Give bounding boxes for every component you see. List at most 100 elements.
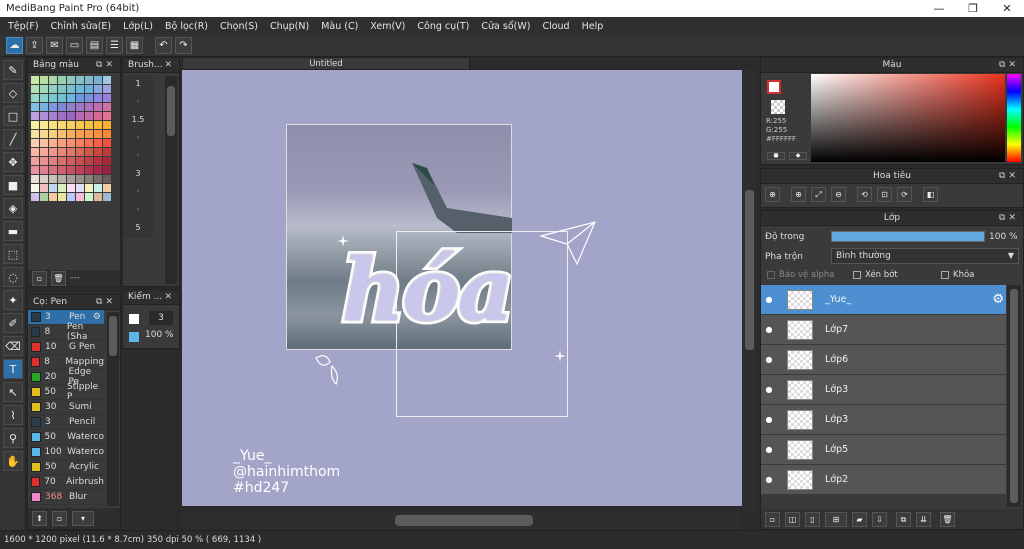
layer-row[interactable]: ● Lớp5 xyxy=(761,435,1006,465)
color-swatch[interactable] xyxy=(58,193,66,201)
color-swatch[interactable] xyxy=(58,103,66,111)
color-swatch[interactable] xyxy=(103,157,111,165)
color-swatch[interactable] xyxy=(40,112,48,120)
redo-icon[interactable]: ↷ xyxy=(175,37,192,54)
menu-filter[interactable]: Bộ lọc(R) xyxy=(159,21,214,32)
brush-size-value[interactable]: 3 xyxy=(149,311,173,325)
fill-rect-tool-icon[interactable]: ■ xyxy=(3,175,23,195)
color-swatch[interactable] xyxy=(31,193,39,201)
scroll-thumb[interactable] xyxy=(167,86,175,136)
layer-row[interactable]: ● Lớp3 xyxy=(761,375,1006,405)
color-swatch[interactable] xyxy=(103,193,111,201)
color-swatch[interactable] xyxy=(31,85,39,93)
color-swatch[interactable] xyxy=(49,112,57,120)
visibility-eye-icon[interactable]: ● xyxy=(761,445,777,454)
color-swatch[interactable] xyxy=(40,130,48,138)
color-swatch[interactable] xyxy=(67,193,75,201)
lasso-tool-icon[interactable]: ◌ xyxy=(3,267,23,287)
color-swatch[interactable] xyxy=(94,76,102,84)
color-swatch[interactable] xyxy=(49,76,57,84)
new-halftone-layer-icon[interactable]: ◫ xyxy=(785,511,800,527)
brush-list-item[interactable]: 50 Stipple P xyxy=(28,382,104,402)
maximize-button[interactable]: ❐ xyxy=(956,0,990,17)
color-swatch[interactable] xyxy=(67,121,75,129)
add-layer-menu-icon[interactable]: ⊞ xyxy=(825,511,847,527)
brush-list-item[interactable]: 70 Airbrush xyxy=(28,475,104,490)
color-swatch[interactable] xyxy=(103,112,111,120)
move-tool-icon[interactable]: ✥ xyxy=(3,152,23,172)
canvas-horizontal-scrollbar[interactable] xyxy=(182,512,742,529)
duplicate-layer-icon[interactable]: ⧉ xyxy=(896,511,911,527)
color-swatch[interactable] xyxy=(94,193,102,201)
color-swatch[interactable] xyxy=(58,175,66,183)
color-swatch[interactable] xyxy=(76,166,84,174)
transparent-color-icon[interactable]: ◆ xyxy=(789,152,807,160)
visibility-eye-icon[interactable]: ● xyxy=(761,415,777,424)
flip-icon[interactable]: ◧ xyxy=(923,187,938,202)
color-swatch[interactable] xyxy=(85,157,93,165)
color-swatch[interactable] xyxy=(103,166,111,174)
color-swatch[interactable] xyxy=(49,157,57,165)
color-swatch[interactable] xyxy=(31,148,39,156)
select-eraser-icon[interactable]: ⌫ xyxy=(3,336,23,356)
new-brush-icon[interactable]: ▫ xyxy=(52,511,67,526)
color-swatch[interactable] xyxy=(103,121,111,129)
color-swatch[interactable] xyxy=(31,184,39,192)
palette-swatches[interactable] xyxy=(28,73,120,204)
saturation-value-picker[interactable] xyxy=(811,74,1005,162)
color-swatch[interactable] xyxy=(85,76,93,84)
operation-tool-icon[interactable]: ↖ xyxy=(3,382,23,402)
color-swatch[interactable] xyxy=(76,148,84,156)
color-swatch[interactable] xyxy=(76,139,84,147)
color-swatch[interactable] xyxy=(40,139,48,147)
layer-row[interactable]: ● Lớp7 xyxy=(761,315,1006,345)
color-swatch[interactable] xyxy=(31,175,39,183)
scroll-thumb[interactable] xyxy=(1010,289,1018,503)
color-swatch[interactable] xyxy=(49,193,57,201)
color-swatch[interactable] xyxy=(31,157,39,165)
layer-row[interactable]: ● Lớp2 xyxy=(761,465,1006,495)
color-swatch[interactable] xyxy=(85,130,93,138)
bucket-tool-icon[interactable]: ◈ xyxy=(3,198,23,218)
comment-icon[interactable]: ✉ xyxy=(46,37,63,54)
color-swatch[interactable] xyxy=(85,148,93,156)
brush-list-item[interactable]: 50 Acrylic xyxy=(28,460,104,475)
select-rect-icon[interactable]: ⬚ xyxy=(3,244,23,264)
color-swatch[interactable] xyxy=(76,184,84,192)
color-swatch[interactable] xyxy=(67,166,75,174)
brush-list-item[interactable]: 368 Blur xyxy=(28,490,104,505)
brush-size-item[interactable]: 5 xyxy=(123,219,153,237)
color-swatch[interactable] xyxy=(49,166,57,174)
color-swatch[interactable] xyxy=(76,103,84,111)
rectangle-tool-icon[interactable]: □ xyxy=(3,106,23,126)
canvas-vertical-scrollbar[interactable] xyxy=(742,70,756,512)
scroll-thumb[interactable] xyxy=(745,190,754,350)
brush-list-item[interactable]: 3 Pencil xyxy=(28,415,104,430)
color-swatch[interactable] xyxy=(94,94,102,102)
color-swatch[interactable] xyxy=(31,130,39,138)
color-swatch[interactable] xyxy=(94,85,102,93)
cloud-icon[interactable]: ☁ xyxy=(6,37,23,54)
color-swatch[interactable] xyxy=(40,175,48,183)
color-swatch[interactable] xyxy=(94,157,102,165)
brush-size-item[interactable]: 3 xyxy=(123,165,153,183)
color-swatch[interactable] xyxy=(49,121,57,129)
visibility-eye-icon[interactable]: ● xyxy=(761,325,777,334)
select-pen-icon[interactable]: ✐ xyxy=(3,313,23,333)
color-swatch[interactable] xyxy=(40,94,48,102)
delete-layer-icon[interactable]: 🗑 xyxy=(940,511,955,527)
close-button[interactable]: ✕ xyxy=(990,0,1024,17)
brush-size-scrollbar[interactable] xyxy=(165,76,177,284)
new-folder-icon[interactable]: ▰ xyxy=(852,511,867,527)
color-swatch[interactable] xyxy=(85,193,93,201)
brush-list-item[interactable]: 50 Waterco xyxy=(28,430,104,445)
panel-controls-icon[interactable]: ⧉✕ xyxy=(96,58,116,73)
panel-controls-icon[interactable]: ⧉✕ xyxy=(999,211,1019,226)
color-swatch[interactable] xyxy=(49,94,57,102)
add-brush-icon[interactable]: ⬆ xyxy=(32,511,47,526)
color-swatch[interactable] xyxy=(76,112,84,120)
color-swatch[interactable] xyxy=(103,184,111,192)
color-swatch[interactable] xyxy=(49,103,57,111)
panel-controls-icon[interactable]: ⧉✕ xyxy=(999,58,1019,73)
color-swatch[interactable] xyxy=(58,121,66,129)
